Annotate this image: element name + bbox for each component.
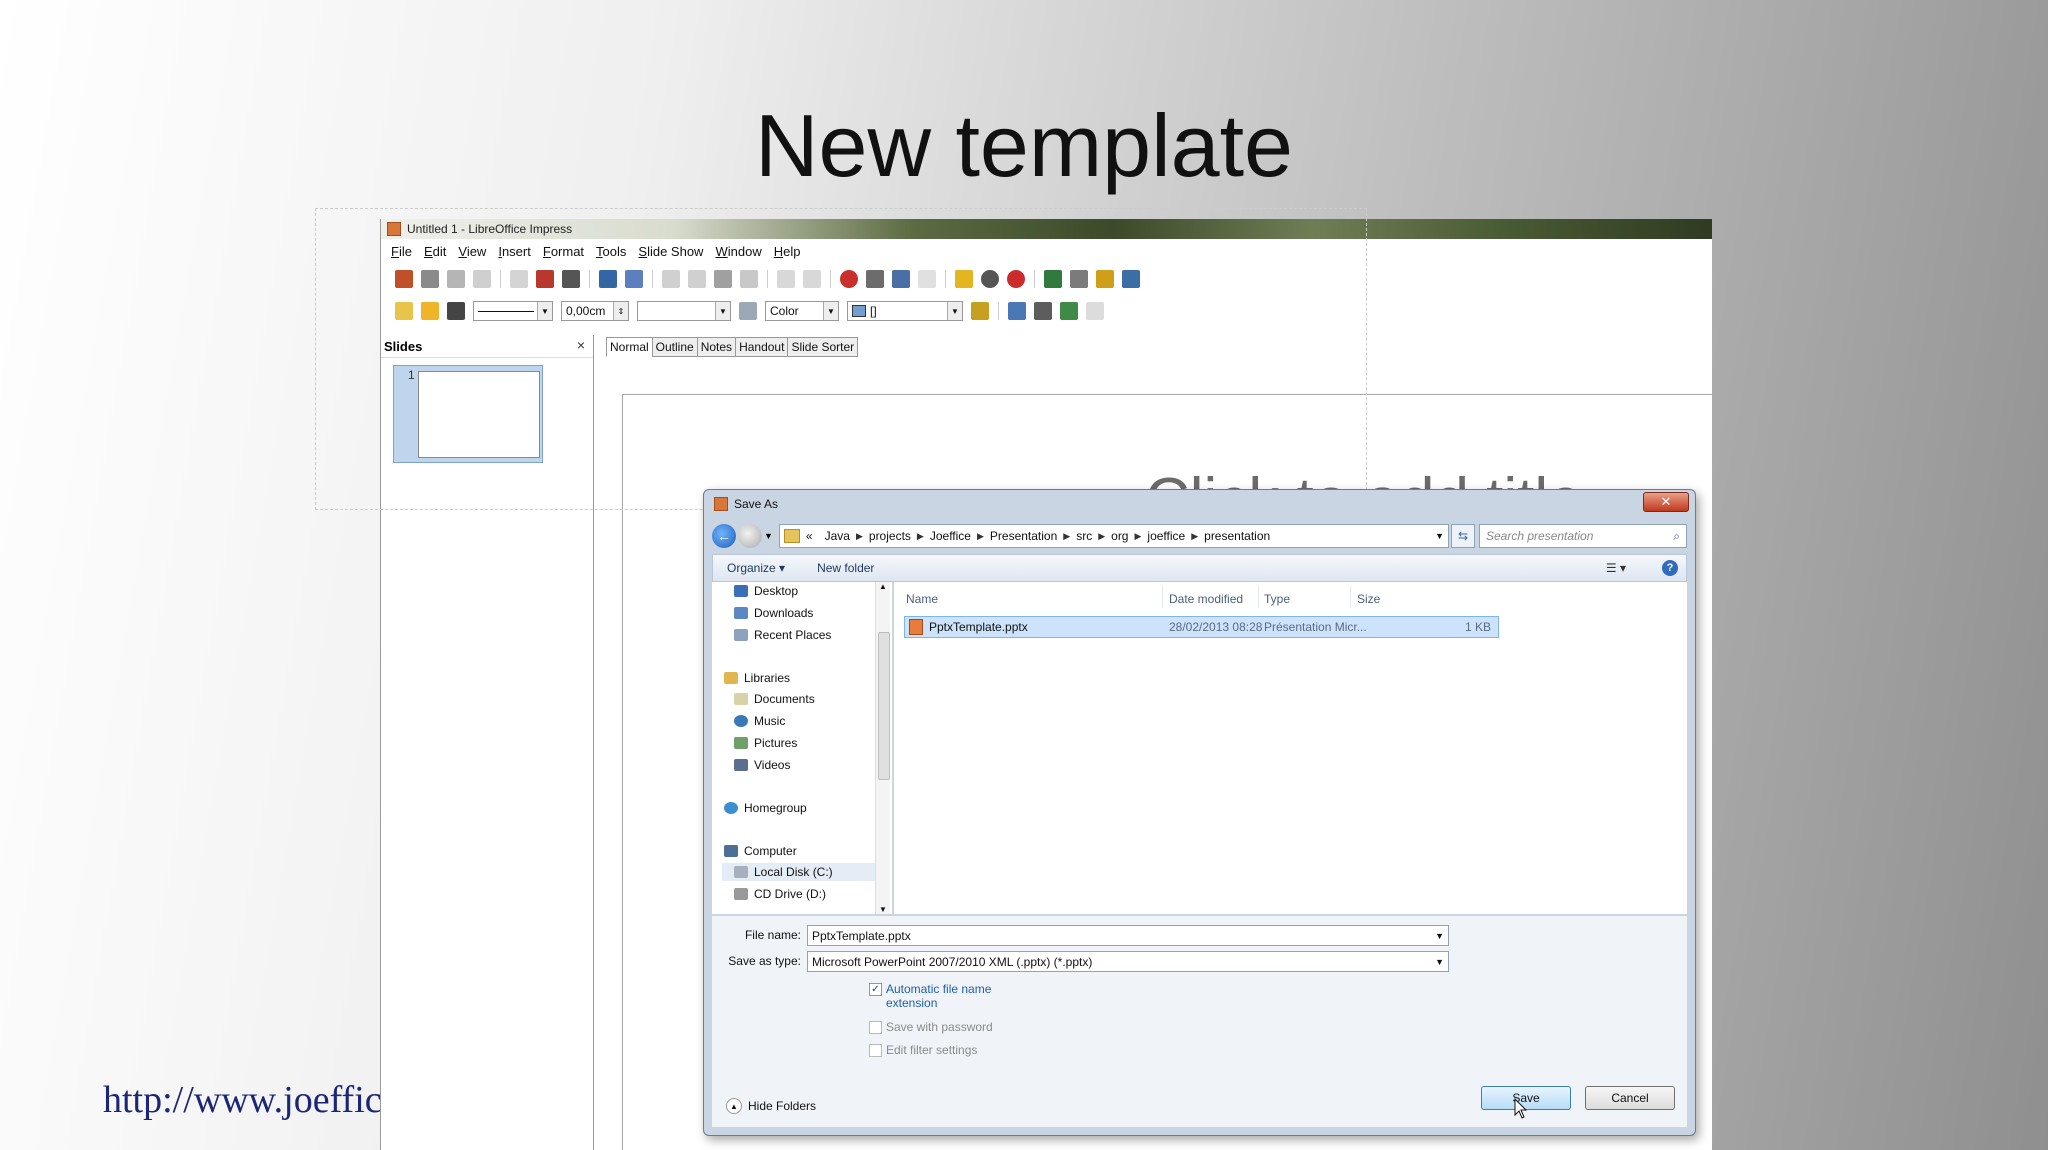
- chevron-right-icon[interactable]: ▶: [977, 531, 984, 542]
- view-options-icon[interactable]: ☰ ▾: [1606, 561, 1626, 575]
- computer-icon: [724, 845, 738, 857]
- breadcrumb-overflow[interactable]: «: [806, 529, 813, 543]
- table-row[interactable]: PptxTemplate.pptx 28/02/2013 08:28 Prése…: [904, 616, 1499, 638]
- column-divider[interactable]: [1258, 586, 1259, 608]
- organize-button[interactable]: Organize ▾: [727, 561, 785, 575]
- breadcrumb-item[interactable]: presentation: [1204, 529, 1270, 543]
- hide-folders-button[interactable]: ▲ Hide Folders: [726, 1098, 816, 1114]
- libraries-icon: [724, 672, 738, 684]
- file-date: 28/02/2013 08:28: [1169, 620, 1263, 634]
- recent-places-icon: [734, 629, 748, 641]
- checkbox-checked-icon[interactable]: ✓: [869, 983, 882, 996]
- auto-extension-checkbox[interactable]: ✓ Automatic file name extension: [869, 982, 991, 1010]
- downloads-icon: [734, 607, 748, 619]
- cd-drive-icon: [734, 888, 748, 900]
- nav-item-pictures[interactable]: Pictures: [734, 734, 797, 752]
- pptx-file-icon: [909, 619, 923, 635]
- breadcrumb-item[interactable]: projects: [869, 529, 911, 543]
- mouse-cursor-icon: [1514, 1098, 1528, 1119]
- column-divider[interactable]: [1162, 586, 1163, 608]
- nav-item-downloads[interactable]: Downloads: [734, 604, 813, 622]
- chevron-right-icon[interactable]: ▶: [856, 531, 863, 542]
- footer-url: http://www.joeffice: [103, 1079, 399, 1121]
- edit-filter-checkbox[interactable]: Edit filter settings: [869, 1043, 977, 1057]
- checkbox-icon[interactable]: [869, 1021, 882, 1034]
- nav-item-music[interactable]: Music: [734, 712, 785, 730]
- nav-item-cd-drive[interactable]: CD Drive (D:): [734, 885, 826, 903]
- breadcrumb-item[interactable]: Joeffice: [930, 529, 971, 543]
- address-row: ← ▼ « Java ▶ projects ▶ Joeffice ▶ Presenta…: [712, 522, 1687, 550]
- nav-scrollbar[interactable]: ▲ ▼: [875, 582, 890, 914]
- save-type-select[interactable]: Microsoft PowerPoint 2007/2010 XML (.ppt…: [807, 951, 1449, 972]
- dialog-bottom: File name: PptxTemplate.pptx ▼ Save as t…: [712, 916, 1687, 1127]
- chevron-right-icon[interactable]: ▶: [1191, 531, 1198, 542]
- help-icon[interactable]: ?: [1662, 560, 1678, 576]
- nav-item-homegroup[interactable]: Homegroup: [724, 799, 807, 817]
- search-input[interactable]: Search presentation ⌕: [1479, 524, 1687, 548]
- command-bar: Organize ▾ New folder ☰ ▾ ?: [712, 554, 1687, 582]
- forward-arrow-icon[interactable]: [738, 524, 762, 548]
- chevron-up-icon: ▲: [726, 1098, 742, 1114]
- breadcrumb-item[interactable]: Java: [825, 529, 850, 543]
- column-header-type[interactable]: Type: [1264, 592, 1290, 606]
- recent-locations-icon[interactable]: ▼: [764, 531, 773, 541]
- address-bar[interactable]: « Java ▶ projects ▶ Joeffice ▶ Presentation…: [778, 524, 1449, 548]
- nav-item-libraries[interactable]: Libraries: [724, 669, 790, 687]
- nav-item-computer[interactable]: Computer: [724, 842, 797, 860]
- documents-icon: [734, 693, 748, 705]
- breadcrumb-item[interactable]: src: [1076, 529, 1092, 543]
- disk-icon: [734, 866, 748, 878]
- folder-icon: [783, 529, 800, 543]
- column-header-name[interactable]: Name: [906, 592, 938, 606]
- file-type: Présentation Micr...: [1264, 620, 1367, 634]
- chevron-down-icon[interactable]: ▼: [1435, 531, 1444, 541]
- desktop-icon: [734, 585, 748, 597]
- music-icon: [734, 715, 748, 727]
- chevron-down-icon[interactable]: ▼: [1435, 957, 1444, 967]
- search-icon: ⌕: [1673, 528, 1680, 543]
- videos-icon: [734, 759, 748, 771]
- nav-item-desktop[interactable]: Desktop: [734, 582, 798, 600]
- scroll-down-icon[interactable]: ▼: [876, 905, 890, 914]
- nav-item-recent-places[interactable]: Recent Places: [734, 626, 831, 644]
- scroll-up-icon[interactable]: ▲: [876, 582, 890, 591]
- file-name: PptxTemplate.pptx: [929, 620, 1028, 634]
- column-header-date[interactable]: Date modified: [1169, 592, 1243, 606]
- nav-item-local-disk[interactable]: Local Disk (C:): [722, 863, 882, 881]
- slide-title: New template: [754, 96, 1293, 195]
- dialog-title: Save As: [734, 497, 779, 511]
- save-as-dialog: Save As ✕ ← ▼ « Java ▶ projects ▶ Joeffice…: [703, 489, 1696, 1136]
- refresh-icon[interactable]: ⇆: [1451, 524, 1475, 548]
- nav-item-documents[interactable]: Documents: [734, 690, 815, 708]
- file-name-label: File name:: [744, 928, 801, 942]
- pictures-icon: [734, 737, 748, 749]
- save-password-checkbox[interactable]: Save with password: [869, 1020, 993, 1034]
- new-folder-button[interactable]: New folder: [817, 561, 874, 575]
- nav-item-videos[interactable]: Videos: [734, 756, 790, 774]
- breadcrumb-item[interactable]: joeffice: [1147, 529, 1185, 543]
- chevron-right-icon[interactable]: ▶: [1098, 531, 1105, 542]
- chevron-right-icon[interactable]: ▶: [1134, 531, 1141, 542]
- navigation-pane: Desktop Downloads Recent Places Librarie…: [712, 582, 893, 914]
- file-size: 1 KB: [1465, 620, 1492, 634]
- save-type-label: Save as type:: [728, 954, 801, 968]
- column-divider[interactable]: [1350, 586, 1351, 608]
- breadcrumb-item[interactable]: org: [1111, 529, 1128, 543]
- column-header-size[interactable]: Size: [1357, 592, 1380, 606]
- homegroup-icon: [724, 802, 738, 814]
- chevron-down-icon[interactable]: ▼: [1435, 931, 1444, 941]
- scroll-thumb[interactable]: [878, 632, 890, 780]
- dialog-close-button[interactable]: ✕: [1643, 492, 1689, 512]
- dialog-app-icon: [714, 497, 728, 511]
- chevron-right-icon[interactable]: ▶: [917, 531, 924, 542]
- cancel-button[interactable]: Cancel: [1585, 1086, 1675, 1110]
- checkbox-icon[interactable]: [869, 1044, 882, 1057]
- breadcrumb-item[interactable]: Presentation: [990, 529, 1057, 543]
- file-list: Name Date modified Type Size PptxTemplat…: [894, 582, 1687, 914]
- chevron-right-icon[interactable]: ▶: [1063, 531, 1070, 542]
- file-name-field[interactable]: PptxTemplate.pptx ▼: [807, 925, 1449, 946]
- back-arrow-icon[interactable]: ←: [712, 524, 736, 548]
- dialog-titlebar: Save As: [704, 490, 1695, 518]
